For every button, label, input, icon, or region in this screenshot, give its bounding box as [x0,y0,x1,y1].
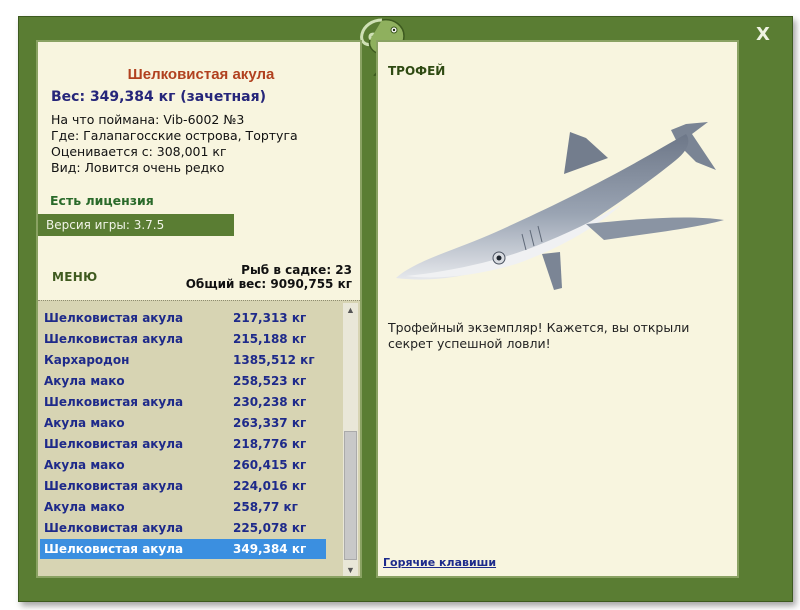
catch-fish-name: Шелковистая акула [44,437,184,451]
catch-fish-weight: 225,078 кг [233,521,307,535]
catch-list-row[interactable]: Акула мако 258,77 кг [40,497,326,517]
catch-list-row[interactable]: Акула мако 260,415 кг [40,455,326,475]
catch-fish-weight: 349,384 кг [233,542,307,556]
catch-fish-weight: 260,415 кг [233,458,307,472]
catch-list-row[interactable]: Акула мако 263,337 кг [40,413,326,433]
catch-list-row[interactable]: Акула мако 258,523 кг [40,371,326,391]
catch-fish-name: Шелковистая акула [44,479,184,493]
catch-list-row[interactable]: Шелковистая акула 349,384 кг [40,539,326,559]
catch-fish-name: Акула мако [44,374,125,388]
scroll-thumb[interactable] [344,431,357,560]
fish-title: Шелковистая акула [127,66,275,83]
scroll-down-icon[interactable]: ▼ [343,563,358,576]
close-button[interactable]: X [752,24,774,46]
catch-list-scrollbar[interactable]: ▲ ▼ [343,303,358,576]
catch-fish-weight: 263,337 кг [233,416,307,430]
catch-fish-weight: 218,776 кг [233,437,307,451]
catch-fish-name: Шелковистая акула [44,311,184,325]
catch-list-row[interactable]: Кархародон 1385,512 кг [40,350,326,370]
catch-list-row[interactable]: Шелковистая акула 217,313 кг [40,308,326,328]
catch-fish-weight: 224,016 кг [233,479,307,493]
game-version: Версия игры: 3.7.5 [38,214,234,236]
bait-info: На что поймана: Vib-6002 №3 [51,112,245,127]
catch-fish-name: Шелковистая акула [44,395,184,409]
catch-fish-weight: 230,238 кг [233,395,307,409]
catch-list-row[interactable]: Шелковистая акула 224,016 кг [40,476,326,496]
catch-list-row[interactable]: Шелковистая акула 218,776 кг [40,434,326,454]
fish-info-panel: Шелковистая акула Вес: 349,384 кг (зачет… [36,40,362,578]
catch-fish-name: Кархародон [44,353,130,367]
cage-total-weight: Общий вес: 9090,755 кг [185,277,352,291]
location-info: Где: Галапагосские острова, Тортуга [51,128,298,143]
scroll-up-icon[interactable]: ▲ [343,303,358,317]
catch-list[interactable]: Шелковистая акула 217,313 кг Шелковистая а… [38,300,360,576]
trophy-message: Трофейный экземпляр! Кажется, вы открыли… [388,320,690,351]
rarity-info: Вид: Ловится очень редко [51,160,225,175]
menu-button[interactable]: МЕНЮ [52,270,97,284]
catch-fish-name: Акула мако [44,458,125,472]
license-status: Есть лицензия [50,193,154,208]
catch-fish-name: Акула мако [44,416,125,430]
value-info: Оценивается с: 308,001 кг [51,144,227,159]
catch-fish-weight: 258,523 кг [233,374,307,388]
catch-list-row[interactable]: Шелковистая акула 225,078 кг [40,518,326,538]
catch-fish-name: Шелковистая акула [44,332,184,346]
catch-list-row[interactable]: Шелковистая акула 215,188 кг [40,329,326,349]
shark-image [396,122,724,290]
catch-fish-name: Акула мако [44,500,125,514]
catch-list-row[interactable]: Шелковистая акула 230,238 кг [40,392,326,412]
catch-fish-weight: 258,77 кг [233,500,298,514]
catch-fish-name: Шелковистая акула [44,521,184,535]
catch-fish-weight: 215,188 кг [233,332,307,346]
fish-weight: Вес: 349,384 кг (зачетная) [51,89,266,105]
trophy-panel: ТРОФЕЙ Трофейный экземпляр! Кажется, вы … [376,40,739,578]
cage-fish-count: Рыб в садке: 23 [241,263,352,277]
hotkeys-link[interactable]: Горячие клавиши [383,556,496,569]
trophy-title: ТРОФЕЙ [388,64,446,78]
catch-fish-name: Шелковистая акула [44,542,184,556]
catch-fish-weight: 1385,512 кг [233,353,315,367]
catch-fish-weight: 217,313 кг [233,311,307,325]
